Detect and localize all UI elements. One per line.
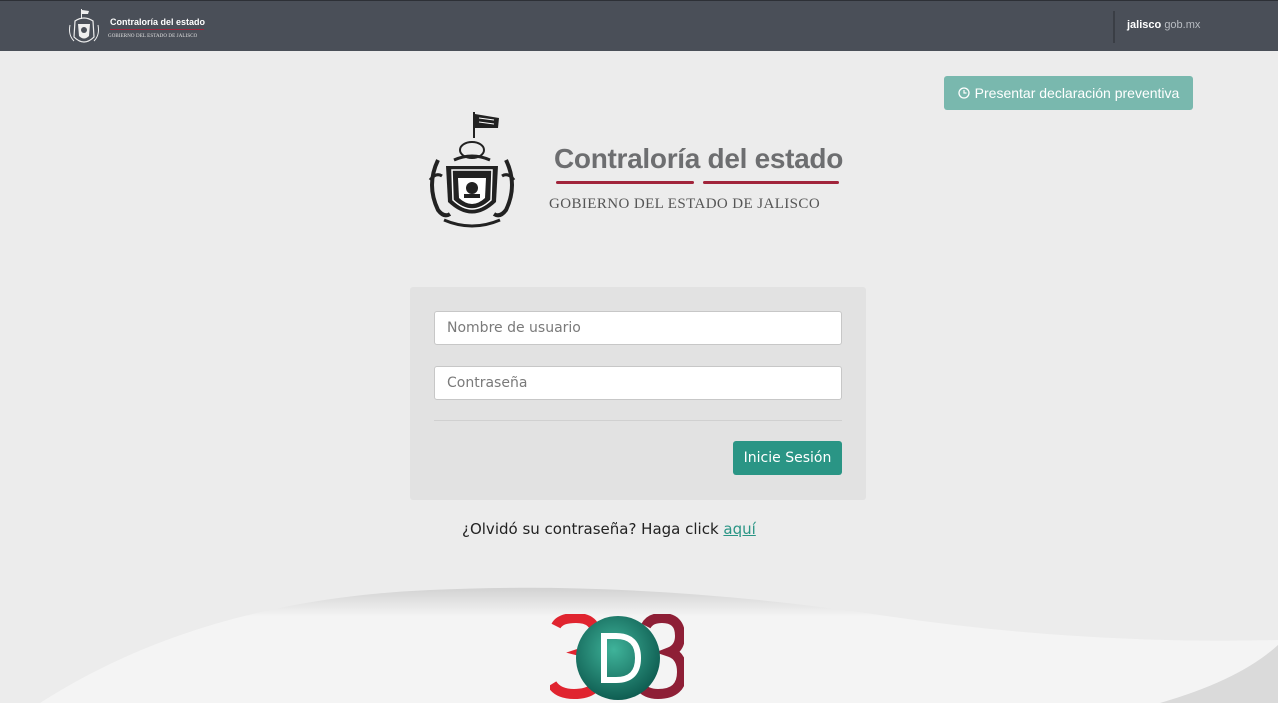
password-input[interactable] — [434, 366, 842, 400]
main-logo-subtitle: GOBIERNO DEL ESTADO DE JALISCO — [549, 196, 821, 212]
preventive-declaration-button[interactable]: Presentar declaración preventiva — [944, 76, 1193, 110]
preventive-declaration-label: Presentar declaración preventiva — [974, 85, 1180, 101]
jalisco-seal-icon[interactable] — [66, 7, 102, 47]
login-button[interactable]: Inicie Sesión — [733, 441, 842, 475]
3d3-brand-logo — [550, 614, 684, 700]
main-logo-underline-left — [556, 181, 694, 184]
login-divider — [434, 420, 842, 421]
jalisco-gob-link[interactable]: jalisco gob.mx — [1127, 19, 1200, 31]
jalisco-coat-of-arms-icon — [428, 112, 516, 228]
forgot-password-text: ¿Olvidó su contraseña? Haga click aquí — [462, 520, 756, 538]
username-input[interactable] — [434, 311, 842, 345]
jalisco-gob-bold: jalisco — [1127, 19, 1162, 31]
main-logo-underline-right — [703, 181, 839, 184]
main-logo-title: Contraloría del estado — [554, 143, 844, 174]
jalisco-gob-light: gob.mx — [1164, 19, 1201, 31]
clock-icon — [958, 87, 970, 99]
forgot-password-link[interactable]: aquí — [723, 520, 755, 538]
forgot-password-label: ¿Olvidó su contraseña? Haga click — [462, 520, 724, 538]
login-panel: Inicie Sesión — [410, 287, 866, 500]
header-logo-title: Contraloría del estado — [110, 17, 206, 27]
top-bar: Contraloría del estado GOBIERNO DEL ESTA… — [0, 0, 1278, 51]
header-divider — [1113, 11, 1115, 43]
header-logo-underline — [110, 29, 204, 30]
header-logo-subtitle: GOBIERNO DEL ESTADO DE JALISCO — [108, 34, 198, 39]
